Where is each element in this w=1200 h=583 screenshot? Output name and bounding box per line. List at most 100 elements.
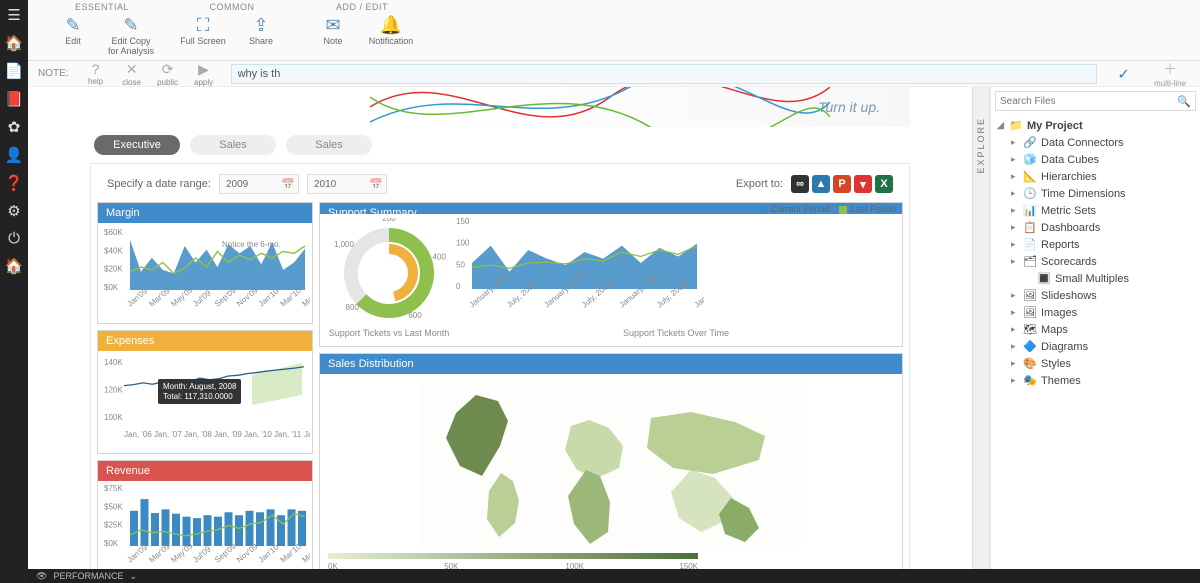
search-input[interactable] (1000, 96, 1177, 107)
note-input[interactable] (231, 64, 1098, 84)
svg-text:Jul'09: Jul'09 (191, 544, 213, 565)
export-excel-icon[interactable]: X (875, 175, 893, 193)
tree-item[interactable]: ▸🔷Diagrams (1011, 338, 1194, 355)
support-gauge: 2004006008001,000 (329, 218, 449, 323)
revenue-panel: Revenue $0K$25K$50K$75K Jan'09Mar'09May'… (97, 460, 313, 569)
eye-icon: 👁 (36, 571, 47, 582)
svg-text:Jan, '09: Jan, '09 (214, 430, 242, 439)
power-icon[interactable]: ⏻ (8, 230, 20, 247)
fullscreen-button[interactable]: ⛶Full Screen (176, 12, 230, 48)
ribbon: ESSENTIAL✎Edit✎Edit Copy for AnalysisCOM… (28, 0, 1200, 61)
status-bar: 👁 PERFORMANCE ⌄ (28, 569, 1200, 583)
tree-item[interactable]: ▸🧊Data Cubes (1011, 151, 1194, 168)
legend-current: Current Period (760, 204, 830, 214)
tree-item[interactable]: ▸🎭Themes (1011, 372, 1194, 389)
sales-panel: Sales Distribution (319, 353, 903, 569)
export-pdf-icon[interactable]: ▾ (854, 175, 872, 193)
tree-root[interactable]: ◢📁My Project (997, 117, 1194, 134)
tree-item[interactable]: ▸🖼Images (1011, 304, 1194, 321)
edit-copy-button[interactable]: ✎Edit Copy for Analysis (104, 12, 158, 58)
svg-text:Jan, '11: Jan, '11 (274, 430, 302, 439)
expenses-tooltip: Month: August, 2008 Total: 117,310.0000 (158, 379, 241, 404)
svg-text:$50K: $50K (104, 502, 123, 511)
user-icon[interactable]: 👤 (5, 146, 24, 164)
note-toolbar: NOTE: ?help✕close⟳public▶apply ✓ ＋multi-… (28, 61, 1200, 87)
svg-text:Jan, '07: Jan, '07 (154, 430, 182, 439)
svg-text:800: 800 (346, 303, 360, 312)
explore-panel: 🔍 ◢📁My Project ▸🔗Data Connectors▸🧊Data C… (990, 87, 1200, 569)
export-ppt-icon[interactable]: P (833, 175, 851, 193)
tab-0[interactable]: Executive (94, 135, 180, 155)
svg-text:Jan, '08: Jan, '08 (184, 430, 212, 439)
leaf-icon[interactable]: ✿ (8, 118, 21, 136)
home2-icon[interactable]: 🏠 (5, 257, 24, 275)
svg-text:$60K: $60K (104, 228, 123, 237)
svg-text:$75K: $75K (104, 485, 123, 493)
tree-item[interactable]: ▸🎨Styles (1011, 355, 1194, 372)
svg-text:150: 150 (456, 218, 470, 226)
svg-text:Jul'09: Jul'09 (191, 288, 213, 309)
left-nav: ☰ 🏠 📄 📕 ✿ 👤 ❓ ⚙ ⏻ 🏠 (0, 0, 28, 583)
svg-text:$0K: $0K (104, 539, 119, 548)
tree-item[interactable]: ▸🗺Maps (1011, 321, 1194, 338)
svg-text:200: 200 (382, 218, 396, 223)
search-icon[interactable]: 🔍 (1177, 95, 1191, 108)
tree-item[interactable]: ▸📋Dashboards (1011, 219, 1194, 236)
confirm-icon[interactable]: ✓ (1117, 65, 1130, 83)
explore-tab[interactable]: EXPLORE (972, 87, 990, 569)
export-image-icon[interactable]: ▲ (812, 175, 830, 193)
svg-text:140K: 140K (104, 358, 123, 367)
tree-item[interactable]: ▸🖼Slideshows (1011, 287, 1194, 304)
svg-text:Jan, '12: Jan, '12 (304, 430, 310, 439)
tree-item[interactable]: ▸📐Hierarchies (1011, 168, 1194, 185)
tree-item[interactable]: ▸🔗Data Connectors (1011, 134, 1194, 151)
svg-text:400: 400 (433, 253, 447, 262)
svg-text:$25K: $25K (104, 521, 123, 530)
help-icon[interactable]: ❓ (5, 174, 24, 192)
help-button[interactable]: ?help (79, 61, 113, 87)
tab-1[interactable]: Sales (190, 135, 276, 155)
book-icon[interactable]: 📕 (5, 90, 24, 108)
page-icon[interactable]: 📄 (5, 62, 24, 80)
share-button[interactable]: ⇪Share (234, 12, 288, 48)
svg-text:50K: 50K (444, 562, 459, 569)
edit-button[interactable]: ✎Edit (46, 12, 100, 58)
svg-text:150K: 150K (679, 562, 698, 569)
tree-item[interactable]: ▸🗂Scorecards (1011, 253, 1194, 270)
multiline-button[interactable]: ＋multi-line (1150, 59, 1190, 88)
map-scale: 0K50K100K150K (324, 551, 898, 569)
support-panel: Support Summary Current Period Last Peri… (319, 202, 903, 347)
view-tabs: Executive Sales Sales (90, 127, 910, 163)
settings-icon[interactable]: ⚙ (7, 202, 20, 220)
apply-button[interactable]: ▶apply (187, 61, 221, 87)
export-label: Export to: (736, 178, 783, 190)
tree-item[interactable]: ▸📄Reports (1011, 236, 1194, 253)
home-icon[interactable]: 🏠 (5, 34, 24, 52)
tab-2[interactable]: Sales (286, 135, 372, 155)
note-button[interactable]: ✉Note (306, 12, 360, 48)
legend-last: Last Period (839, 204, 896, 214)
chevron-down-icon[interactable]: ⌄ (129, 571, 137, 582)
public-button[interactable]: ⟳public (151, 61, 185, 87)
search-files[interactable]: 🔍 (995, 91, 1196, 111)
menu-icon[interactable]: ☰ (7, 6, 20, 24)
notification-button[interactable]: 🔔Notification (364, 12, 418, 48)
tree-item[interactable]: ▸📊Metric Sets (1011, 202, 1194, 219)
svg-text:$0K: $0K (104, 283, 119, 292)
expenses-title: Expenses (98, 331, 312, 351)
close-button[interactable]: ✕close (115, 61, 149, 87)
tree-item[interactable]: ▸🕒Time Dimensions (1011, 185, 1194, 202)
date-from-input[interactable]: 2009 (219, 174, 299, 194)
svg-text:0: 0 (456, 282, 461, 291)
svg-text:100K: 100K (565, 562, 584, 569)
svg-text:Jan, '10: Jan, '10 (244, 430, 272, 439)
revenue-chart: $0K$25K$50K$75K Jan'09Mar'09May'09Jul'09… (102, 485, 310, 569)
tree-item[interactable]: 🔳Small Multiples (1011, 270, 1194, 287)
sales-title: Sales Distribution (320, 354, 902, 374)
export-dundas-icon[interactable]: ∞ (791, 175, 809, 193)
svg-text:100: 100 (456, 239, 470, 248)
svg-text:120K: 120K (104, 386, 123, 395)
support-time-chart: 050100150 January, 2007July, 2007January… (454, 218, 704, 323)
expenses-panel: Expenses 100K120K140K Jan, '06Jan, '07Ja… (97, 330, 313, 454)
date-to-input[interactable]: 2010 (307, 174, 387, 194)
